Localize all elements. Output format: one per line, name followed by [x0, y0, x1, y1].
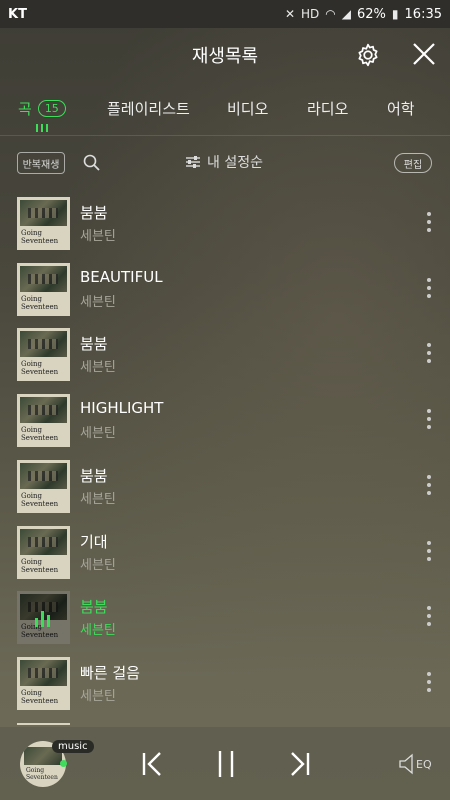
- album-art: Going Seventeen: [17, 657, 70, 710]
- repeat-button[interactable]: 반복재생: [17, 152, 65, 174]
- speaker-icon: [399, 753, 413, 775]
- status-bar: KT ✕ HD ◠ ◢ 62% ▮ 16:35: [0, 0, 450, 28]
- song-title: 붐붐: [80, 335, 108, 353]
- song-title: 기대: [80, 533, 108, 551]
- battery-icon: ▮: [391, 7, 399, 21]
- more-options-icon[interactable]: [424, 672, 434, 696]
- battery-percent: 62%: [357, 6, 386, 22]
- song-title: BEAUTIFUL: [80, 268, 163, 286]
- song-list: Going Seventeen 붐붐 세븐틴 Going Seventeen BEA…: [0, 192, 450, 725]
- song-artist: 세븐틴: [80, 689, 116, 704]
- carrier-label: KT: [8, 6, 27, 22]
- now-playing-equalizer-icon: [35, 609, 50, 627]
- tab-bar: 곡 15 플레이리스트 비디오 라디오 어학: [0, 90, 450, 136]
- list-item-partial[interactable]: [0, 718, 450, 725]
- album-art: Going Seventeen: [17, 460, 70, 513]
- song-title: 붐붐: [80, 204, 108, 222]
- edit-button[interactable]: 편집: [394, 153, 432, 173]
- song-artist: 세븐틴: [80, 426, 116, 441]
- song-artist: 세븐틴: [80, 492, 116, 507]
- tab-radio[interactable]: 라디오: [307, 98, 348, 119]
- more-options-icon[interactable]: [424, 278, 434, 302]
- song-title: 붐붐: [80, 598, 108, 616]
- list-item-now-playing[interactable]: Going Seventeen 붐붐 세븐틴: [0, 586, 450, 652]
- tab-video[interactable]: 비디오: [227, 98, 268, 119]
- clock: 16:35: [404, 6, 442, 22]
- eq-label: EQ: [416, 757, 432, 771]
- tab-playlists[interactable]: 플레이리스트: [107, 98, 190, 119]
- album-art: Going Seventeen: [17, 197, 70, 250]
- list-item[interactable]: Going Seventeen 붐붐 세븐틴: [0, 455, 450, 521]
- album-art: Going Seventeen: [17, 263, 70, 316]
- tab-language[interactable]: 어학: [387, 98, 415, 119]
- previous-track-icon[interactable]: [140, 749, 166, 779]
- sliders-icon: [186, 156, 200, 168]
- tab-label: 곡: [18, 100, 32, 118]
- music-badge: music: [52, 740, 94, 753]
- more-options-icon[interactable]: [424, 475, 434, 499]
- wifi-icon: ◠: [325, 7, 336, 21]
- list-toolbar: 반복재생 내 설정순 편집: [0, 140, 450, 186]
- hd-icon: HD: [301, 7, 320, 21]
- pause-icon[interactable]: [214, 749, 238, 779]
- status-icons: ✕ HD ◠ ◢ 62% ▮ 16:35: [285, 7, 442, 22]
- album-art: Going Seventeen: [17, 591, 70, 644]
- page-title: 재생목록: [191, 46, 259, 67]
- more-options-icon[interactable]: [424, 541, 434, 565]
- list-item[interactable]: Going Seventeen 붐붐 세븐틴: [0, 323, 450, 389]
- header: 재생목록: [0, 28, 450, 82]
- more-options-icon[interactable]: [424, 409, 434, 433]
- close-icon[interactable]: [410, 40, 438, 68]
- song-count-badge: 15: [37, 100, 66, 117]
- song-artist: 세븐틴: [80, 295, 116, 310]
- more-options-icon[interactable]: [424, 606, 434, 630]
- song-artist: 세븐틴: [80, 229, 116, 244]
- sort-button[interactable]: 내 설정순: [185, 152, 263, 172]
- album-art: Going Seventeen: [17, 526, 70, 579]
- mini-player: Going Seventeen music EQ: [0, 727, 450, 800]
- song-artist: 세븐틴: [80, 623, 116, 638]
- more-options-icon[interactable]: [424, 212, 434, 236]
- album-art: Going Seventeen: [17, 394, 70, 447]
- mute-icon: ✕: [284, 7, 296, 21]
- tab-active-indicator: [36, 124, 52, 132]
- sort-label: 내 설정순: [207, 155, 263, 171]
- search-icon[interactable]: [82, 153, 102, 173]
- song-artist: 세븐틴: [80, 558, 116, 573]
- album-art: Going Seventeen: [17, 328, 70, 381]
- song-title: 붐붐: [80, 467, 108, 485]
- signal-icon: ◢: [341, 7, 352, 21]
- more-options-icon[interactable]: [424, 343, 434, 367]
- album-art: [17, 723, 70, 725]
- list-item[interactable]: Going Seventeen 기대 세븐틴: [0, 521, 450, 587]
- list-item[interactable]: Going Seventeen BEAUTIFUL 세븐틴: [0, 258, 450, 324]
- song-artist: 세븐틴: [80, 360, 116, 375]
- song-title: 빠른 걸음: [80, 664, 140, 682]
- list-item[interactable]: Going Seventeen 붐붐 세븐틴: [0, 192, 450, 258]
- song-title: HIGHLIGHT: [80, 399, 164, 417]
- list-item[interactable]: Going Seventeen HIGHLIGHT 세븐틴: [0, 389, 450, 455]
- next-track-icon[interactable]: [286, 749, 312, 779]
- list-item[interactable]: Going Seventeen 빠른 걸음 세븐틴: [0, 652, 450, 718]
- gear-icon[interactable]: [355, 42, 381, 68]
- tab-songs[interactable]: 곡 15: [18, 98, 66, 119]
- eq-button[interactable]: EQ: [398, 751, 432, 777]
- progress-indicator: [60, 760, 67, 767]
